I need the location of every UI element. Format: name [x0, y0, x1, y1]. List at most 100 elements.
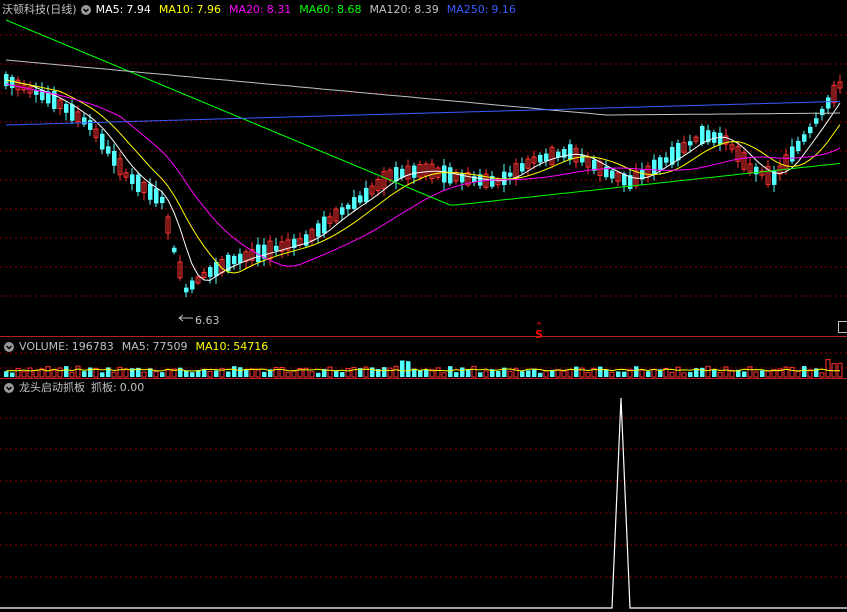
candle-body-down	[154, 188, 159, 204]
volume-ma5-value: 77509	[152, 340, 188, 353]
volume-bar-down	[214, 370, 219, 377]
volume-bar-up	[435, 367, 441, 378]
candle-body-down	[70, 104, 75, 121]
volume-bar-down	[574, 366, 579, 377]
volume-bar-down	[232, 366, 237, 377]
volume-bar-up	[69, 371, 75, 378]
volume-bar-up	[153, 371, 159, 378]
volume-bar-up	[765, 370, 771, 378]
volume-bar-down	[760, 370, 765, 377]
volume-bar-down	[604, 369, 609, 377]
volume-bar-down	[88, 367, 93, 377]
volume-bar-down	[382, 367, 387, 377]
volume-bar-down	[634, 366, 639, 377]
candle-body-down	[802, 134, 807, 142]
volume-bar-up	[207, 370, 213, 378]
candle-body-down	[412, 165, 417, 178]
volume-bar-down	[226, 371, 231, 377]
volume-bar-up	[819, 372, 825, 378]
volume-bar-down	[406, 361, 411, 377]
volume-bar-up	[717, 371, 723, 378]
candle-body-down	[106, 146, 111, 154]
candle-body-down	[274, 245, 279, 251]
volume-bar-down	[100, 372, 105, 377]
indicator-value: 0.00	[119, 381, 145, 394]
volume-bar-down	[262, 371, 267, 377]
volume-bar-down	[802, 366, 807, 377]
candle-body-down	[160, 196, 165, 204]
volume-bar-up	[651, 369, 657, 378]
signal-marker: ^ S	[534, 322, 544, 341]
candle-body-down	[340, 207, 345, 215]
volume-bar-down	[520, 371, 525, 377]
volume-bar-up	[117, 366, 123, 378]
volume-bar-down	[496, 371, 501, 377]
volume-bar-down	[532, 368, 537, 377]
volume-bar-up	[837, 362, 843, 378]
volume-bar-up	[681, 372, 687, 378]
indicator-sub-label: 抓板:	[91, 381, 117, 394]
volume-bar-down	[622, 371, 627, 377]
volume-bar-up	[789, 366, 795, 378]
volume-bar-down	[538, 372, 543, 377]
volume-bar-up	[141, 371, 147, 378]
candle-body-down	[814, 118, 819, 124]
candle-body-down	[346, 204, 351, 210]
volume-bar-up	[483, 370, 489, 378]
volume-bar-up	[111, 371, 117, 378]
candle-body-down	[112, 150, 117, 166]
volume-bar-down	[688, 372, 693, 377]
ma120-line	[5, 59, 841, 116]
volume-bar-down	[700, 367, 705, 377]
volume-bar-up	[273, 366, 279, 378]
candle-body-down	[820, 108, 825, 116]
volume-bar-up	[363, 366, 369, 378]
volume-bar-up	[57, 367, 63, 378]
candle-body-down	[718, 132, 723, 145]
volume-bar-down	[424, 369, 429, 377]
volume-bar-up	[33, 370, 39, 378]
candle-body-down	[172, 247, 177, 253]
volume-bar-up	[555, 369, 561, 378]
indicator-name: 龙头启动抓板	[19, 381, 85, 394]
panel-separator	[0, 378, 847, 379]
candle-body-down	[808, 126, 813, 134]
volume-bar-down	[454, 372, 459, 377]
candle-body-down	[700, 126, 705, 144]
volume-bar-up	[51, 369, 57, 378]
candle-body-down	[508, 172, 513, 177]
volume-bar-down	[160, 372, 165, 377]
chevron-down-icon[interactable]	[4, 342, 14, 352]
candle-body-down	[538, 154, 543, 163]
low-price-label: 6.63	[195, 314, 220, 327]
low-arrow-icon	[178, 314, 193, 322]
volume-bar-down	[64, 366, 69, 377]
volume-bar-down	[526, 370, 531, 377]
candle-body-down	[364, 187, 369, 203]
volume-bar-up	[567, 369, 573, 378]
volume-ma10-label: MA10:	[195, 340, 231, 353]
volume-bar-up	[27, 367, 33, 378]
candle-body-down	[502, 171, 507, 186]
moving-average-lines	[5, 19, 841, 281]
candle-body-down	[136, 174, 141, 193]
candle-body-down	[130, 174, 135, 184]
candle-body-down	[568, 144, 573, 160]
volume-bar-up	[165, 369, 171, 378]
volume-bar-down	[646, 371, 651, 377]
volume-bar-down	[4, 371, 9, 377]
volume-bar-up	[609, 371, 615, 378]
candle-body-down	[652, 159, 657, 175]
volume-bar-up	[783, 366, 789, 378]
volume-bar-down	[616, 371, 621, 377]
candle-body-down	[148, 183, 153, 200]
candle-body-down	[232, 255, 237, 265]
candle-body-down	[100, 133, 105, 150]
scroll-edge-handle[interactable]	[838, 321, 847, 333]
chevron-down-icon[interactable]	[4, 383, 14, 393]
candle-body-down	[358, 195, 363, 203]
kline-chart[interactable]	[0, 0, 847, 612]
grid-lines	[0, 34, 847, 578]
signal-marker-label: S	[535, 328, 543, 341]
candle-body-down	[676, 143, 681, 161]
